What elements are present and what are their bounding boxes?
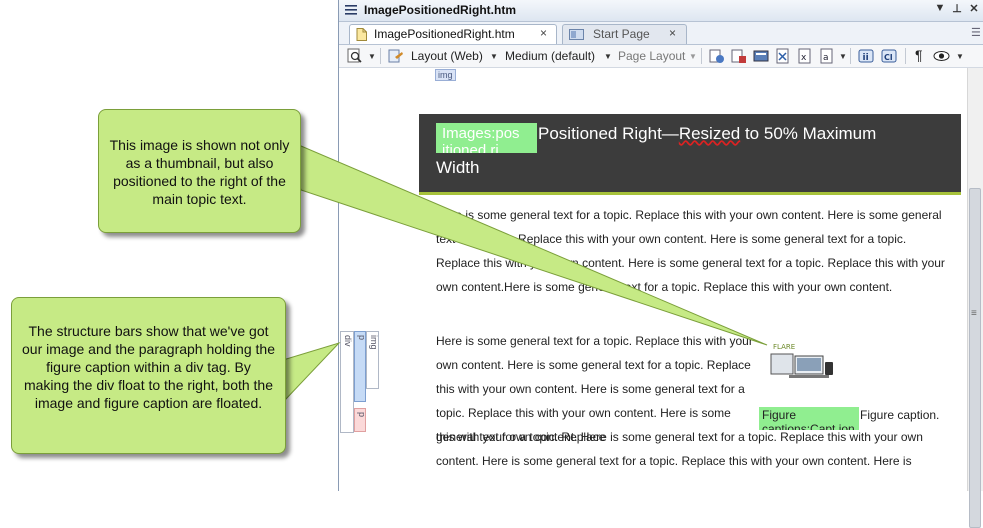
toolbar-separator [850,48,851,64]
show-tags-icon[interactable] [709,48,725,64]
svg-text:Cl: Cl [884,53,893,62]
show-markers-icon[interactable] [775,48,791,64]
medium-dropdown[interactable]: Medium (default) [505,49,595,63]
show-text-dropdown-icon[interactable]: ▼ [839,52,847,61]
zoom-icon[interactable] [347,48,363,64]
start-page-icon [569,29,584,40]
structure-bar-img[interactable]: img [366,331,379,389]
topic-heading[interactable]: Images:pos itioned ri Positioned Right—R… [419,114,961,195]
body-paragraph: this with your own content. Here is some… [436,430,923,468]
editor-toolbar: ▼ Layout (Web) ▼ Medium (default) ▼ Page… [339,45,983,68]
document-icon [356,28,367,41]
page-layout-dropdown-icon[interactable]: ▼ [689,52,697,61]
tab-close-icon[interactable]: × [540,26,547,40]
scrollbar-grip-icon: ≡ [971,308,977,319]
callout-bottom: The structure bars show that we've got o… [11,297,286,454]
body-paragraph: Here is some general text for a topic. R… [436,208,945,294]
medium-dropdown-icon[interactable]: ▼ [604,52,612,61]
structure-bar-p-caption[interactable]: p [354,408,367,432]
layout-icon[interactable] [388,48,404,64]
layout-web-dropdown[interactable]: Layout (Web) [411,49,483,63]
toolbar-separator [380,48,381,64]
tab-list-icon[interactable]: ☰ [971,26,981,39]
window-close-button[interactable]: ✕ [967,2,981,15]
heading-line2: Width [436,158,480,177]
window-dropdown-button[interactable]: ▼ [933,2,947,14]
misspelled-word: Resized [678,124,741,143]
heading-style-class-label: Images:pos itioned ri [436,123,537,153]
show-conditions-icon[interactable] [731,48,747,64]
show-variables-icon[interactable]: x [797,48,813,64]
svg-text:a: a [823,53,829,63]
window-titlebar: ImagePositionedRight.htm ▼ ⊥ ✕ [339,0,983,22]
figure-caption-class-label: Figure captions:Capt ion [759,407,859,430]
pilcrow-icon[interactable]: ¶ [915,47,923,63]
toolbar-separator [701,48,702,64]
preview-eye-icon[interactable] [933,48,950,64]
tab-start-page[interactable]: Start Page × [562,24,687,44]
svg-text:x: x [801,53,807,63]
figure-caption[interactable]: Figure caption. [860,408,939,422]
inline-info-icon[interactable]: ii [858,48,874,64]
callout-top: This image is shown not only as a thumbn… [98,109,301,233]
heading-line1: Positioned Right—Resized to 50% Maximum [538,124,877,143]
figure-thumbnail-image[interactable]: FLARE [767,338,839,388]
vertical-scrollbar[interactable]: ≡ [967,68,983,528]
inline-cl-icon[interactable]: Cl [881,48,897,64]
layout-dropdown-icon[interactable]: ▼ [490,52,498,61]
page-layout-dropdown[interactable]: Page Layout [618,49,685,63]
structure-bar-div[interactable]: div [340,331,354,433]
zoom-dropdown-icon[interactable]: ▼ [368,52,376,61]
document-tab-bar: ImagePositionedRight.htm × Start Page × … [339,22,983,45]
toolbar-separator [905,48,906,64]
tab-label: ImagePositionedRight.htm [374,27,515,41]
pin-button[interactable]: ⊥ [950,2,964,15]
svg-text:FLARE: FLARE [773,343,795,351]
img-tag-marker[interactable]: img [435,69,456,81]
tab-label: Start Page [593,27,650,41]
callout-pointer-bottom [282,341,341,402]
structure-bar-p[interactable]: p [354,331,367,402]
scrollbar-thumb[interactable] [969,188,981,528]
window-title: ImagePositionedRight.htm [364,3,517,17]
editor-content[interactable]: img Images:pos itioned ri Positioned Rig… [339,68,967,491]
editor-window: ImagePositionedRight.htm ▼ ⊥ ✕ ImagePosi… [338,0,983,528]
preview-dropdown-icon[interactable]: ▼ [956,52,964,61]
window-menu-icon[interactable] [344,3,358,17]
svg-text:ii: ii [863,53,869,63]
show-structure-icon[interactable] [753,48,769,64]
tab-close-icon[interactable]: × [669,26,676,40]
show-text-icon[interactable]: a [819,48,835,64]
tab-imagepositionedright[interactable]: ImagePositionedRight.htm × [349,24,557,44]
